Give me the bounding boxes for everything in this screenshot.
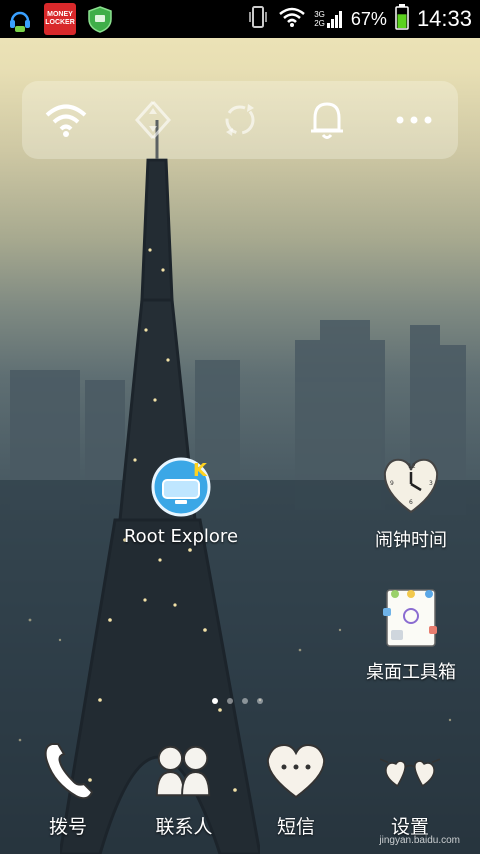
battery-percent: 67% (350, 8, 387, 29)
data-sync-icon[interactable] (123, 90, 183, 150)
root-explorer-icon: K (149, 454, 213, 518)
cellular-signal-icon: 3G 2G (314, 9, 343, 29)
auto-rotate-icon[interactable] (210, 90, 270, 150)
wifi-icon[interactable] (36, 90, 96, 150)
page-dot[interactable] (257, 698, 263, 704)
desktop-toolbox-app[interactable]: 桌面工具箱 (341, 586, 480, 684)
network-2g-label: 2G (314, 19, 325, 28)
svg-text:9: 9 (390, 480, 394, 487)
watermark: jingyan.baidu.com (379, 835, 460, 846)
desktop-toolbox-label: 桌面工具箱 (366, 662, 456, 683)
vibrate-phone-icon (248, 4, 270, 34)
svg-text:3: 3 (429, 480, 433, 487)
dock-dial[interactable]: 拨号 (8, 738, 128, 839)
page-dot[interactable] (212, 698, 218, 704)
dock-dial-label: 拨号 (48, 816, 87, 838)
network-3g-label: 3G (314, 10, 325, 19)
page-dot[interactable] (227, 698, 233, 704)
wifi-signal-icon (278, 6, 306, 32)
heart-message-icon (263, 738, 329, 804)
money-locker-text: MONEY LOCKER (45, 11, 75, 26)
svg-text:12: 12 (408, 463, 416, 470)
dock-contacts[interactable]: 联系人 (124, 738, 244, 839)
status-clock: 14:33 (416, 6, 472, 31)
root-explorer-app[interactable]: K Root Explore (111, 454, 251, 547)
bell-icon[interactable] (297, 90, 357, 150)
more-icon[interactable] (384, 90, 444, 150)
toolbox-notepad-icon (379, 586, 443, 650)
phone-icon (35, 738, 101, 804)
dock-sms-label: 短信 (276, 816, 315, 838)
status-bar: MONEY LOCKER 3G 2G 67% 14:33 (0, 0, 480, 38)
alarm-clock-app[interactable]: 12 3 6 9 闹钟时间 (341, 454, 480, 552)
dock-sms[interactable]: 短信 (236, 738, 356, 839)
dock-contacts-label: 联系人 (155, 816, 213, 838)
page-dot[interactable] (242, 698, 248, 704)
battery-icon (395, 4, 409, 34)
page-indicator (212, 698, 263, 704)
alarm-clock-label: 闹钟时间 (375, 530, 447, 551)
heart-glasses-icon (377, 738, 443, 804)
svg-text:6: 6 (409, 499, 413, 506)
svg-text:K: K (193, 460, 208, 481)
root-explorer-label: Root Explore (123, 526, 239, 547)
dock-settings[interactable]: 设置 (350, 738, 470, 839)
heart-clock-icon: 12 3 6 9 (379, 454, 443, 518)
money-locker-icon[interactable]: MONEY LOCKER (44, 3, 76, 35)
quick-settings-bar (22, 81, 458, 159)
contacts-icon (151, 738, 217, 804)
shield-icon[interactable] (84, 3, 116, 35)
headset-chat-icon[interactable] (4, 3, 36, 35)
